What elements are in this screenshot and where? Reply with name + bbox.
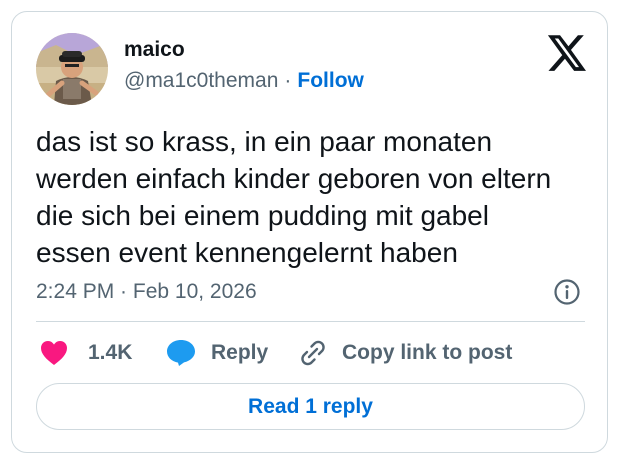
copy-link-button[interactable]: Copy link to post	[298, 338, 512, 368]
divider	[36, 321, 585, 322]
speech-bubble-icon	[166, 339, 196, 367]
like-count: 1.4K	[88, 341, 133, 364]
info-icon[interactable]	[553, 278, 581, 306]
reply-label: Reply	[211, 341, 269, 364]
embedded-post-card: maico @ma1c0theman · Follow das ist so kra…	[11, 11, 608, 453]
author-handle[interactable]: @ma1c0theman	[124, 69, 278, 92]
reply-button[interactable]: Reply	[166, 338, 268, 368]
follow-button[interactable]: Follow	[297, 69, 364, 92]
post-text: das ist so krass, in ein paar monaten we…	[36, 126, 552, 268]
author-handle-row: @ma1c0theman · Follow	[124, 69, 364, 93]
x-logo-icon[interactable]	[547, 35, 586, 71]
author-avatar[interactable]	[36, 33, 108, 105]
handle-separator: ·	[284, 69, 292, 92]
author-name[interactable]: maico	[124, 38, 185, 62]
heart-icon	[40, 340, 68, 366]
link-icon	[298, 338, 328, 368]
post-timestamp[interactable]: 2:24 PM · Feb 10, 2026	[36, 280, 257, 304]
like-button[interactable]: 1.4K	[40, 338, 132, 368]
copy-link-label: Copy link to post	[342, 341, 513, 364]
read-replies-button[interactable]: Read 1 reply	[36, 383, 585, 430]
avatar-image	[36, 33, 108, 105]
